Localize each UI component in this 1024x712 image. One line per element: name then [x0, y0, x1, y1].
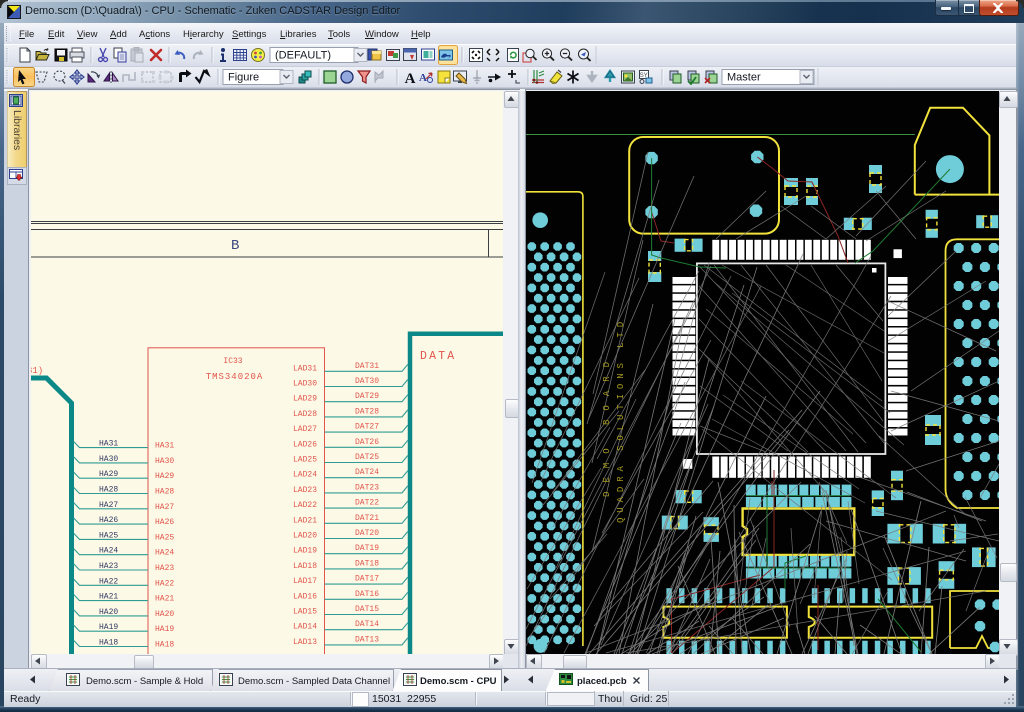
svg-text:DAT28: DAT28 [355, 407, 379, 416]
svg-text:HA22: HA22 [155, 579, 174, 588]
svg-text:LAD21: LAD21 [293, 516, 317, 525]
svg-text:LAD22: LAD22 [293, 501, 317, 510]
svg-text:DAT19: DAT19 [355, 544, 379, 553]
svg-text:Master: Master [727, 72, 761, 84]
svg-text:HA21: HA21 [155, 595, 174, 604]
svg-text:DAT22: DAT22 [355, 499, 379, 508]
svg-text:DAT20: DAT20 [355, 529, 379, 538]
svg-text:DAT18: DAT18 [355, 559, 379, 568]
svg-text:DEMO BOARD: DEMO BOARD [602, 353, 612, 497]
svg-text:DAT13: DAT13 [355, 635, 379, 644]
svg-text:LAD27: LAD27 [293, 425, 317, 434]
svg-text:HA21: HA21 [99, 593, 118, 602]
svg-text:LAD29: LAD29 [293, 395, 317, 404]
svg-text:HA19: HA19 [99, 623, 118, 632]
svg-text:HA24: HA24 [99, 547, 118, 556]
svg-text:LAD28: LAD28 [293, 410, 317, 419]
svg-text:LAD26: LAD26 [293, 440, 317, 449]
svg-text:LAD16: LAD16 [293, 592, 317, 601]
svg-text:HA22: HA22 [99, 577, 118, 586]
svg-text:HA18: HA18 [99, 639, 118, 648]
svg-text:HA29: HA29 [155, 472, 174, 481]
svg-text:HA18: HA18 [155, 641, 174, 650]
svg-text:QUADRA SOLUTIONS LTD: QUADRA SOLUTIONS LTD [616, 317, 626, 523]
svg-text:LAD31: LAD31 [293, 364, 317, 373]
svg-text:LAD17: LAD17 [293, 577, 317, 586]
svg-text:HA26: HA26 [99, 516, 118, 525]
svg-text:HA25: HA25 [155, 533, 174, 542]
svg-text:HA29: HA29 [99, 470, 118, 479]
svg-text:LAD13: LAD13 [293, 638, 317, 647]
svg-text:HA27: HA27 [155, 503, 174, 512]
svg-text:IC33: IC33 [223, 357, 242, 366]
svg-text:LAD30: LAD30 [293, 380, 317, 389]
svg-text:DAT23: DAT23 [355, 483, 379, 492]
svg-text:DAT21: DAT21 [355, 514, 379, 523]
svg-text:HA24: HA24 [155, 549, 174, 558]
svg-text:HA26: HA26 [155, 518, 174, 527]
svg-text:DATA: DATA [420, 350, 456, 363]
svg-text:HA19: HA19 [155, 625, 174, 634]
svg-text:DAT25: DAT25 [355, 453, 379, 462]
svg-text:DAT14: DAT14 [355, 620, 379, 629]
svg-text:A: A [405, 71, 416, 87]
svg-text:DAT31: DAT31 [355, 362, 379, 371]
svg-text:LAD19: LAD19 [293, 547, 317, 556]
svg-text:DAT30: DAT30 [355, 377, 379, 386]
svg-text:HA28: HA28 [155, 488, 174, 497]
svg-text:HA30: HA30 [99, 455, 118, 464]
svg-text:(DEFAULT): (DEFAULT) [275, 50, 331, 62]
svg-text:B: B [231, 238, 239, 254]
svg-text:DAT16: DAT16 [355, 590, 379, 599]
svg-text:HA30: HA30 [155, 457, 174, 466]
svg-text:HA25: HA25 [99, 531, 118, 540]
svg-text:HA28: HA28 [99, 486, 118, 495]
svg-text:LAD18: LAD18 [293, 562, 317, 571]
svg-text:DAT24: DAT24 [355, 468, 379, 477]
svg-text:A: A [419, 72, 427, 84]
svg-text:LAD24: LAD24 [293, 471, 317, 480]
svg-text:31): 31) [31, 366, 43, 376]
svg-text:HA23: HA23 [99, 562, 118, 571]
svg-text:LAD20: LAD20 [293, 532, 317, 541]
svg-text:HA27: HA27 [99, 501, 118, 510]
svg-text:HA20: HA20 [99, 608, 118, 617]
svg-text:HA20: HA20 [155, 610, 174, 619]
svg-text:DAT15: DAT15 [355, 605, 379, 614]
svg-text:DAT27: DAT27 [355, 423, 379, 432]
svg-text:HA31: HA31 [155, 442, 174, 451]
svg-text:LAD14: LAD14 [293, 623, 317, 632]
svg-text:TMS34020A: TMS34020A [206, 372, 264, 382]
svg-text:LAD25: LAD25 [293, 456, 317, 465]
svg-text:HA23: HA23 [155, 564, 174, 573]
svg-text:DAT26: DAT26 [355, 438, 379, 447]
svg-text:DAT29: DAT29 [355, 392, 379, 401]
svg-text:HA31: HA31 [99, 440, 118, 449]
svg-text:LAD15: LAD15 [293, 608, 317, 617]
svg-text:Figure: Figure [228, 72, 259, 84]
svg-text:LAD23: LAD23 [293, 486, 317, 495]
svg-text:DAT17: DAT17 [355, 575, 379, 584]
